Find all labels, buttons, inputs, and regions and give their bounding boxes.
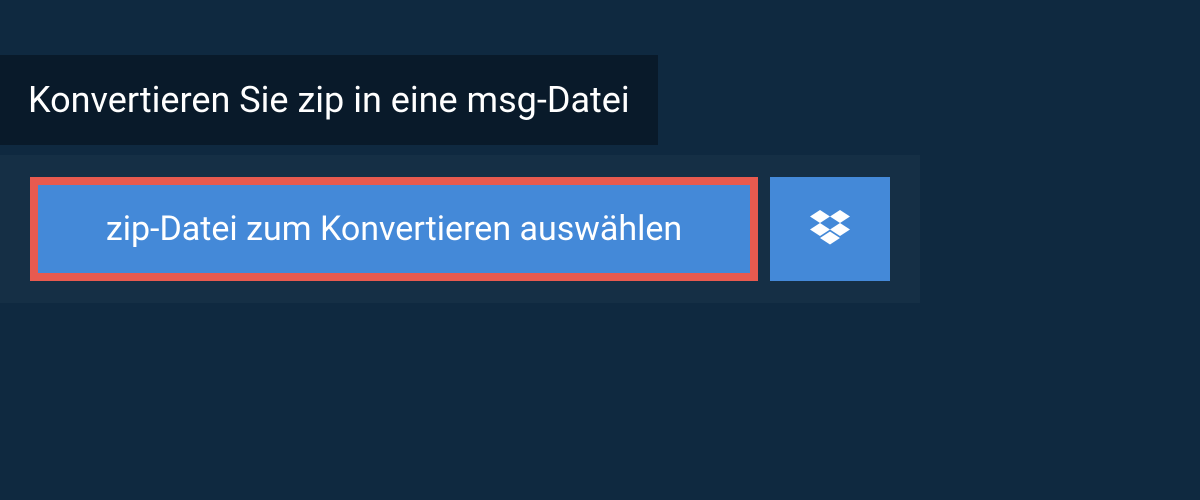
- file-select-label: zip-Datei zum Konvertieren auswählen: [106, 209, 682, 249]
- page-title: Konvertieren Sie zip in eine msg-Datei: [28, 79, 630, 121]
- dropbox-icon: [810, 210, 850, 248]
- header-bar: Konvertieren Sie zip in eine msg-Datei: [0, 55, 658, 145]
- file-select-button[interactable]: zip-Datei zum Konvertieren auswählen: [30, 177, 758, 281]
- dropbox-button[interactable]: [770, 177, 890, 281]
- upload-container: zip-Datei zum Konvertieren auswählen: [0, 155, 920, 303]
